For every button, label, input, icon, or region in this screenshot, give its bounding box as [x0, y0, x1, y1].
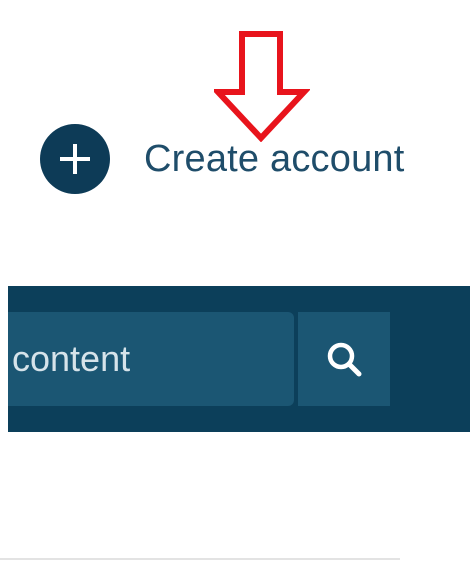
create-account-button[interactable]: Create account	[40, 124, 405, 194]
create-account-label: Create account	[144, 137, 405, 180]
plus-icon[interactable]	[40, 124, 110, 194]
header-search-bar: content	[8, 286, 470, 432]
search-input-value: content	[12, 338, 131, 379]
search-button[interactable]	[298, 312, 390, 406]
divider	[0, 558, 400, 560]
search-icon	[327, 342, 362, 377]
search-input[interactable]: content	[8, 312, 294, 406]
